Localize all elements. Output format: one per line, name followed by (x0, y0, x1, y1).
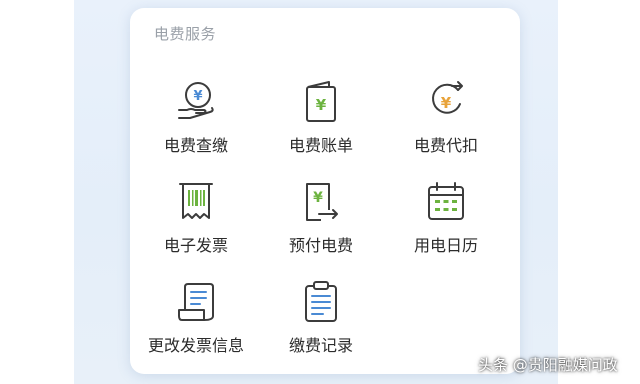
svg-text:¥: ¥ (193, 89, 202, 104)
service-label: 电费代扣 (413, 136, 478, 155)
clipboard-record-icon (301, 280, 341, 324)
service-label: 用电日历 (413, 236, 478, 255)
watermark-text: 头条 @贵阳融媒问政 (478, 356, 618, 374)
edit-invoice-icon (176, 280, 216, 324)
yen-wallet-icon: ¥ (301, 80, 341, 124)
svg-text:¥: ¥ (441, 94, 452, 112)
service-label: 电子发票 (163, 236, 228, 255)
svg-text:¥: ¥ (316, 96, 327, 114)
service-payment-records[interactable]: 缴费记录 (257, 280, 385, 360)
yen-hand-icon: ¥ (176, 80, 216, 124)
service-change-invoice-info[interactable]: 更改发票信息 (132, 280, 260, 360)
service-electricity-calendar[interactable]: 用电日历 (382, 180, 510, 260)
service-label: 预付电费 (288, 236, 353, 255)
service-e-invoice[interactable]: 电子发票 (132, 180, 260, 260)
service-label: 更改发票信息 (147, 336, 244, 355)
barcode-receipt-icon (176, 180, 216, 224)
service-label: 缴费记录 (288, 336, 353, 355)
service-electricity-auto-debit[interactable]: ¥ 电费代扣 (382, 80, 510, 160)
page: 电费服务 ¥ 电费查缴 ¥ 电费账单 ¥ 电费代扣 电子发票 ¥ 预付电费 用电… (0, 0, 640, 384)
service-prepaid-electricity[interactable]: ¥ 预付电费 (257, 180, 385, 260)
section-title: 电费服务 (154, 25, 217, 43)
svg-text:¥: ¥ (313, 190, 323, 206)
yen-prepay-icon: ¥ (301, 180, 341, 224)
service-electricity-query-pay[interactable]: ¥ 电费查缴 (132, 80, 260, 160)
yen-cycle-icon: ¥ (426, 80, 466, 124)
electricity-services-card: 电费服务 ¥ 电费查缴 ¥ 电费账单 ¥ 电费代扣 电子发票 ¥ 预付电费 用电… (130, 8, 520, 374)
service-label: 电费查缴 (163, 136, 228, 155)
service-electricity-bill[interactable]: ¥ 电费账单 (257, 80, 385, 160)
calendar-icon (426, 180, 466, 224)
service-label: 电费账单 (288, 136, 353, 155)
